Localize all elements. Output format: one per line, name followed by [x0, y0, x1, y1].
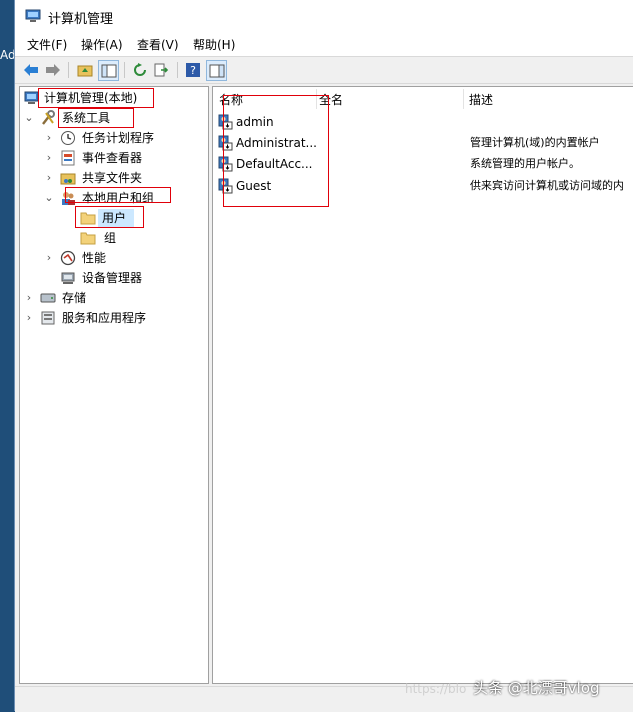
expand-chevron-icon[interactable]: › — [44, 149, 54, 167]
computer-management-window: 计算机管理 文件(F) 操作(A) 查看(V) 帮助(H) ? 计算机管理(本地… — [14, 0, 633, 712]
menu-action[interactable]: 操作(A) — [81, 36, 123, 53]
menu-help[interactable]: 帮助(H) — [193, 36, 235, 53]
tree-label-performance: 性能 — [82, 251, 107, 265]
toolbar-separator — [68, 62, 69, 78]
performance-icon — [60, 250, 76, 266]
table-row[interactable]: Guest 供来宾访问计算机或访问域的内 — [213, 175, 633, 197]
tree-item-local-users-groups[interactable]: ⌄ 本地用户和组 — [20, 189, 206, 207]
tree-label-users: 用户 — [98, 209, 135, 227]
table-row[interactable]: DefaultAcc... 系统管理的用户帐户。 — [213, 153, 633, 175]
column-header-name[interactable]: 名称 — [219, 91, 243, 109]
tree-item-system-tools[interactable]: ⌄ 系统工具 — [20, 109, 206, 127]
tree-item-root[interactable]: 计算机管理(本地) — [20, 89, 206, 107]
tree-item-device-manager[interactable]: 设备管理器 — [20, 269, 206, 287]
user-account-icon — [218, 156, 234, 172]
tree-label-services-apps: 服务和应用程序 — [62, 311, 147, 325]
expand-chevron-icon[interactable]: › — [44, 129, 54, 147]
tree-label-root: 计算机管理(本地) — [44, 91, 138, 105]
watermark-author: 头条 @北漂哥vlog — [473, 679, 600, 697]
tree-item-storage[interactable]: › 存储 — [20, 289, 206, 307]
collapse-chevron-icon[interactable]: ⌄ — [24, 109, 34, 127]
user-account-icon — [218, 178, 234, 194]
toolbar-separator — [177, 62, 178, 78]
tree-item-services-apps[interactable]: › 服务和应用程序 — [20, 309, 206, 327]
expand-chevron-icon[interactable]: › — [44, 249, 54, 267]
forward-arrow-icon[interactable] — [43, 60, 62, 79]
user-description: 管理计算机(域)的内置帐户 — [470, 136, 600, 149]
folder-icon — [80, 230, 96, 246]
user-list-view[interactable]: 名称 全名 描述 admin Administrat... 管理计算机(域)的内… — [212, 86, 633, 684]
tools-icon — [40, 110, 56, 126]
user-name: Guest — [236, 179, 272, 193]
watermark-url: https://blo — [405, 682, 467, 696]
tree-label-device-manager: 设备管理器 — [82, 271, 143, 285]
user-account-icon — [218, 114, 234, 130]
user-account-icon — [218, 135, 234, 151]
menu-file[interactable]: 文件(F) — [27, 36, 67, 53]
refresh-icon[interactable] — [130, 60, 149, 79]
column-divider[interactable] — [463, 89, 464, 109]
tree-item-groups[interactable]: 组 — [20, 229, 206, 247]
tree-item-shared-folders[interactable]: › 共享文件夹 — [20, 169, 206, 187]
services-icon — [40, 310, 56, 326]
show-action-pane-icon[interactable] — [206, 60, 227, 81]
navigation-tree[interactable]: 计算机管理(本地) ⌄ 系统工具 › 任务计划程序 › 事件查看器 › 共享文件… — [19, 86, 209, 684]
tree-label-groups: 组 — [104, 231, 117, 245]
user-name: DefaultAcc... — [236, 157, 313, 171]
tree-label-system-tools: 系统工具 — [62, 111, 111, 125]
device-manager-icon — [60, 270, 76, 286]
computer-management-icon — [24, 90, 40, 106]
tree-item-task-scheduler[interactable]: › 任务计划程序 — [20, 129, 206, 147]
window-title: 计算机管理 — [48, 12, 114, 27]
tree-label-task-scheduler: 任务计划程序 — [82, 131, 155, 145]
computer-management-icon — [25, 9, 41, 23]
clock-icon — [60, 130, 76, 146]
column-divider[interactable] — [316, 89, 317, 109]
toolbar-separator — [124, 62, 125, 78]
menu-view[interactable]: 查看(V) — [137, 36, 179, 53]
table-row[interactable]: Administrat... 管理计算机(域)的内置帐户 — [213, 132, 633, 154]
expand-chevron-icon[interactable]: › — [44, 169, 54, 187]
event-viewer-icon — [60, 150, 76, 166]
storage-icon — [40, 290, 56, 306]
back-arrow-icon[interactable] — [21, 60, 40, 79]
expand-chevron-icon[interactable]: › — [24, 309, 34, 327]
expand-chevron-icon[interactable]: › — [24, 289, 34, 307]
user-description: 供来宾访问计算机或访问域的内 — [470, 179, 624, 192]
tree-label-event-viewer: 事件查看器 — [82, 151, 143, 165]
menu-bar: 文件(F) 操作(A) 查看(V) 帮助(H) — [15, 32, 633, 56]
up-folder-icon[interactable] — [75, 60, 94, 79]
tree-label-storage: 存储 — [62, 291, 87, 305]
svg-text:?: ? — [190, 64, 196, 77]
folder-icon — [80, 210, 96, 226]
export-icon[interactable] — [152, 60, 171, 79]
user-name: Administrat... — [236, 136, 317, 150]
column-header-full-name[interactable]: 全名 — [319, 91, 343, 109]
toolbar: ? — [15, 56, 633, 84]
tree-item-performance[interactable]: › 性能 — [20, 249, 206, 267]
column-header-description[interactable]: 描述 — [469, 91, 493, 109]
help-icon[interactable]: ? — [183, 60, 202, 79]
tree-item-users[interactable]: 用户 — [20, 209, 206, 227]
tree-item-event-viewer[interactable]: › 事件查看器 — [20, 149, 206, 167]
title-bar[interactable]: 计算机管理 — [15, 0, 633, 32]
table-row[interactable]: admin — [213, 111, 633, 133]
user-description: 系统管理的用户帐户。 — [470, 157, 580, 170]
collapse-chevron-icon[interactable]: ⌄ — [44, 189, 54, 207]
users-group-icon — [60, 190, 76, 206]
tree-label-local-users-groups: 本地用户和组 — [82, 191, 155, 205]
show-tree-icon[interactable] — [98, 60, 119, 81]
user-name: admin — [236, 115, 274, 129]
shared-folder-icon — [60, 170, 76, 186]
tree-label-shared-folders: 共享文件夹 — [82, 171, 143, 185]
